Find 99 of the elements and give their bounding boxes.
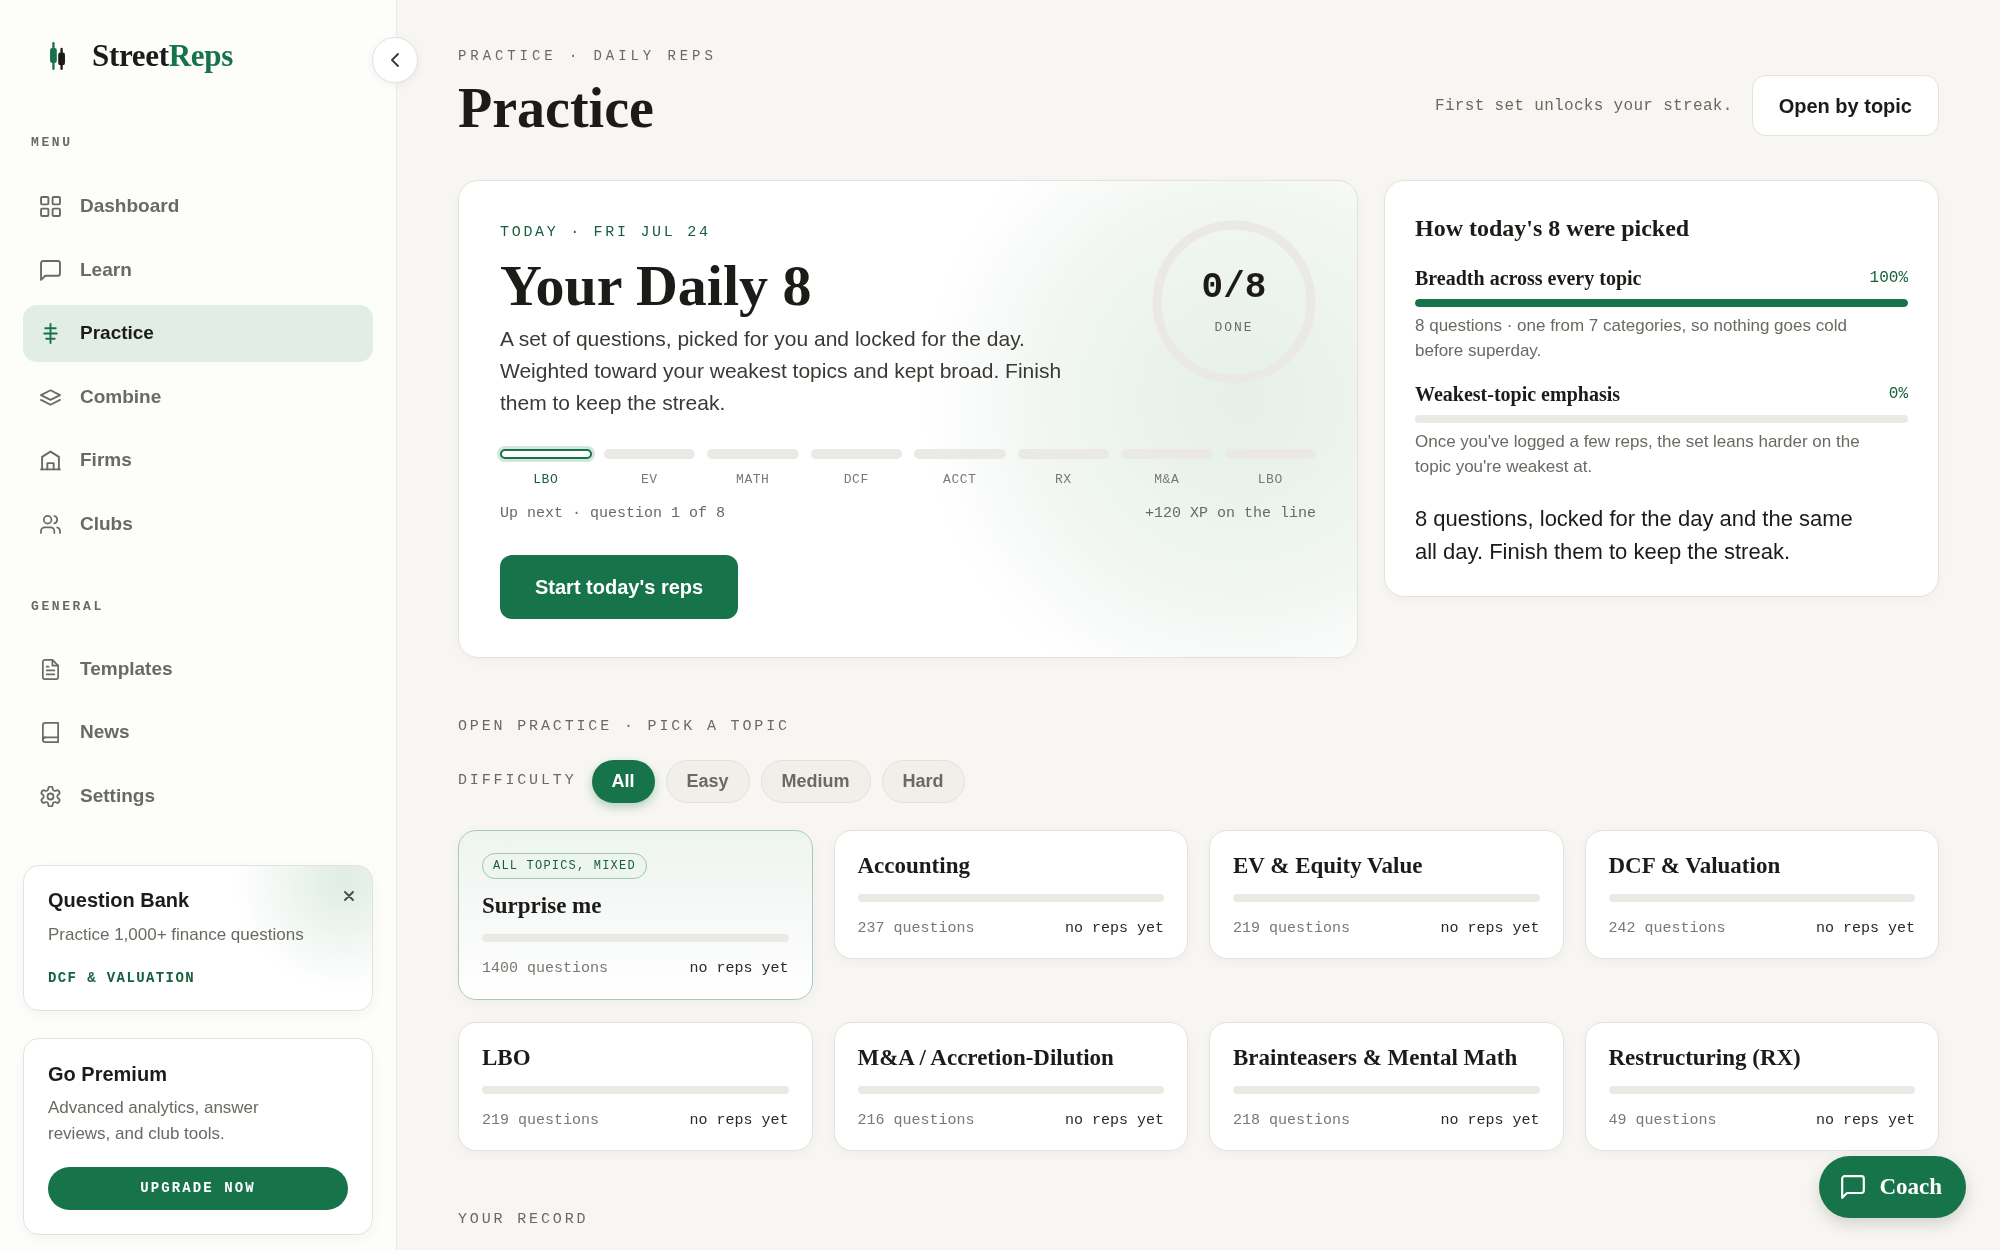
close-icon[interactable] (344, 890, 354, 901)
topic-card[interactable]: Accounting 237 questions no reps yet (833, 830, 1188, 959)
factor-description: 8 questions · one from 7 categories, so nothing goes cold before superday. (1415, 315, 1848, 362)
progress-count: 0/8 (1201, 268, 1267, 308)
progress-caption: DONE (1214, 320, 1254, 336)
step-label: DCF (843, 472, 869, 488)
difficulty-chip[interactable]: Easy (665, 760, 750, 803)
question-count: 218 questions (1233, 1111, 1351, 1131)
layers-icon (40, 386, 61, 408)
reps-status: no reps yet (1440, 919, 1540, 939)
topic-title: M&A / Accretion-Dilution (857, 1044, 1115, 1072)
topic-card[interactable]: ALL TOPICS, MIXED Surprise me 1400 questions no reps yet (458, 830, 813, 1000)
section-heading: OPEN PRACTICE · PICK A TOPIC (458, 717, 791, 737)
reps-status: no reps yet (1815, 919, 1915, 939)
reps-status: no reps yet (1064, 919, 1164, 939)
nav-item[interactable]: Settings (23, 767, 373, 825)
chat-bubble-icon (1841, 1175, 1866, 1199)
step-label: EV (640, 472, 658, 488)
step-label: M&A (1154, 472, 1180, 488)
card-text: Advanced analytics, answer reviews, and club tools. (48, 1096, 260, 1145)
card-title: How today's 8 were picked (1415, 214, 1691, 243)
card-title: Question Bank (48, 887, 191, 913)
chevron-left-icon (391, 53, 399, 67)
chat-bubble-icon (40, 259, 61, 281)
reps-status: no reps yet (1815, 1111, 1915, 1131)
topic-tag: DCF & VALUATION (48, 968, 348, 987)
question-count: 216 questions (857, 1111, 975, 1131)
topic-card[interactable]: Brainteasers & Mental Math 218 questions no reps yet (1209, 1022, 1564, 1151)
card-eyebrow: TODAY · FRI JUL 24 (500, 223, 712, 243)
xp-reward-text: +120 XP on the line (1144, 504, 1316, 524)
topic-card[interactable]: DCF & Valuation 242 questions no reps yet (1584, 830, 1939, 959)
factor-name: Weakest-topic emphasis (1415, 382, 1620, 407)
card-title: Your Daily 8 (500, 254, 813, 318)
topic-title: EV & Equity Value (1233, 852, 1424, 880)
nav-item[interactable]: Practice (23, 305, 373, 362)
difficulty-chip[interactable]: Medium (760, 760, 871, 803)
nav-item[interactable]: Clubs (23, 495, 373, 553)
question-count: 242 questions (1608, 919, 1726, 939)
topic-title: Accounting (857, 852, 971, 880)
topic-title: DCF & Valuation (1608, 852, 1782, 880)
question-count: 219 questions (1233, 919, 1351, 939)
card-description: A set of questions, picked for you and locked for the day. Weighted toward your weakest topics and kept broad. Finish them to keep the streak. (500, 326, 1063, 416)
question-count: 237 questions (857, 919, 975, 939)
topic-title: LBO (482, 1044, 532, 1072)
step-label: ACCT (943, 472, 977, 488)
factor-description: Once you've logged a few reps, the set leans harder on the topic you're weakest at. (1415, 431, 1861, 478)
factor-name: Breadth across every topic (1415, 266, 1642, 291)
settings-icon (40, 785, 61, 807)
topic-title: Restructuring (RX) (1608, 1044, 1802, 1072)
question-count: 1400 questions (482, 959, 609, 979)
start-reps-button[interactable]: Start today's reps (500, 555, 739, 619)
nav-item[interactable]: Dashboard (23, 178, 373, 235)
topic-card[interactable]: M&A / Accretion-Dilution 216 questions no reps yet (833, 1022, 1188, 1151)
difficulty-chip[interactable]: All (591, 760, 655, 803)
factor-reading: 0% (1888, 384, 1908, 405)
page-eyebrow: PRACTICE · DAILY REPS (458, 47, 717, 66)
streak-note: First set unlocks your streak. (1435, 95, 1733, 117)
nav-item[interactable]: Templates (23, 640, 373, 698)
card-summary: 8 questions, locked for the day and the same all day. Finish them to keep the streak. (1415, 505, 1854, 566)
book-icon (40, 722, 61, 743)
topic-card[interactable]: Restructuring (RX) 49 questions no reps yet (1584, 1022, 1939, 1151)
section-label: MENU (30, 135, 74, 151)
card-title: Go Premium (48, 1061, 168, 1087)
nav-item[interactable]: Firms (23, 432, 373, 489)
open-by-topic-button[interactable]: Open by topic (1751, 75, 1939, 136)
users-icon (40, 513, 61, 535)
topic-tag: ALL TOPICS, MIXED (482, 853, 647, 879)
house-icon (40, 450, 61, 471)
upgrade-button[interactable]: UPGRADE NOW (48, 1166, 348, 1210)
coach-button[interactable]: Coach (1819, 1156, 1966, 1218)
step-label: LBO (533, 472, 559, 488)
reps-status: no reps yet (1064, 1111, 1164, 1131)
nav-item[interactable]: News (23, 704, 373, 761)
page-title: Practice (458, 76, 655, 140)
step-label: LBO (1257, 472, 1283, 488)
question-count: 49 questions (1608, 1111, 1717, 1131)
question-count: 219 questions (482, 1111, 600, 1131)
topic-title: Surprise me (482, 892, 603, 920)
reps-status: no reps yet (1440, 1111, 1540, 1131)
nav-item[interactable]: Combine (23, 368, 373, 426)
crossbar-icon (40, 323, 61, 344)
document-icon (40, 658, 61, 680)
topic-title: Brainteasers & Mental Math (1233, 1044, 1519, 1072)
nav-item[interactable]: Learn (23, 241, 373, 299)
topic-card[interactable]: EV & Equity Value 219 questions no reps yet (1209, 830, 1564, 959)
reps-status: no reps yet (689, 959, 789, 979)
reps-status: no reps yet (689, 1111, 789, 1131)
step-label: RX (1054, 472, 1072, 488)
next-question-text: Up next · question 1 of 8 (500, 504, 726, 524)
step-label: MATH (736, 472, 770, 488)
filter-label: DIFFICULTY (458, 771, 577, 792)
section-heading: YOUR RECORD (458, 1210, 590, 1230)
logo-wordmark: StreetReps (92, 38, 233, 74)
grid-icon (40, 196, 61, 217)
card-text: Practice 1,000+ finance questions (48, 923, 305, 946)
factor-reading: 100% (1869, 268, 1908, 289)
topic-card[interactable]: LBO 219 questions no reps yet (458, 1022, 813, 1151)
section-label: GENERAL (30, 598, 105, 615)
difficulty-chip[interactable]: Hard (881, 760, 965, 803)
